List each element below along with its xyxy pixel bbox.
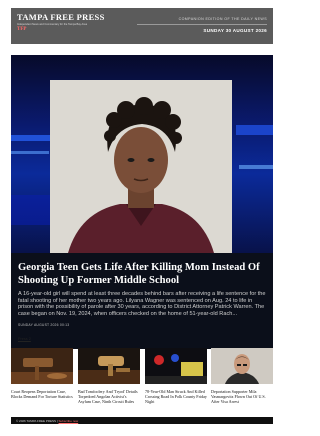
story-card[interactable]: Court Reopens Deportation Case, Blocks D… xyxy=(11,348,73,410)
pages-link[interactable]: Press 2 xyxy=(18,337,31,341)
story-card-title[interactable]: Court Reopens Deportation Case, Blocks D… xyxy=(11,389,73,400)
logo-title: TAMPA FREE PRESS xyxy=(17,12,105,22)
story-card-title[interactable]: Deportation Supporter Mila Vasmargovitz … xyxy=(211,389,273,404)
page: { "header": { "logo_title": "TAMPA FREE … xyxy=(0,0,284,436)
man-portrait-photo[interactable] xyxy=(211,348,273,384)
story-card[interactable]: 78-Year-Old Man Struck And Killed Crossi… xyxy=(145,348,207,410)
logo-tag: TFP xyxy=(17,27,27,32)
logo-subtitle: Independent News and Commentary for the … xyxy=(17,23,88,26)
gavel-photo[interactable] xyxy=(11,348,73,384)
edition-date: SUNDAY 30 AUGUST 2026 xyxy=(203,28,267,33)
edition-divider xyxy=(137,24,267,25)
story-cards: Court Reopens Deportation Case, Blocks D… xyxy=(11,348,273,410)
story-card[interactable]: Deportation Supporter Mila Vasmargovitz … xyxy=(211,348,273,410)
lead-dateline: SUNDAY AUGUST 2026 00:13 xyxy=(18,323,70,328)
lead-story-text: Georgia Teen Gets Life After Killing Mom… xyxy=(11,253,273,349)
copyright: © 2026 TAMPA FREE PRESS | xyxy=(16,418,58,423)
site-logo[interactable]: TAMPA FREE PRESS Independent News and Co… xyxy=(17,13,107,33)
story-card-title[interactable]: Bad Tomfoolery And 'Tryod' Details Torpe… xyxy=(78,389,140,404)
footer-text: © 2026 TAMPA FREE PRESS | Subscribe now xyxy=(16,419,78,423)
emergency-vehicle-photo[interactable] xyxy=(145,348,207,384)
story-card-title[interactable]: 78-Year-Old Man Struck And Killed Crossi… xyxy=(145,389,207,404)
masthead: TAMPA FREE PRESS Independent News and Co… xyxy=(11,8,273,44)
gavel-closeup-photo[interactable] xyxy=(78,348,140,384)
lead-story-photo[interactable] xyxy=(50,80,232,253)
story-card[interactable]: Bad Tomfoolery And 'Tryod' Details Torpe… xyxy=(78,348,140,410)
lead-headline[interactable]: Georgia Teen Gets Life After Killing Mom… xyxy=(18,261,266,287)
edition-info: COMPANION EDITION OF THE DAILY NEWS SUND… xyxy=(137,17,267,33)
lead-summary: A 16-year-old girl will spend at least t… xyxy=(18,291,266,317)
lead-story[interactable]: Georgia Teen Gets Life After Killing Mom… xyxy=(11,55,273,349)
edition-line: COMPANION EDITION OF THE DAILY NEWS xyxy=(178,17,267,21)
subscribe-link[interactable]: Subscribe now xyxy=(59,419,79,423)
footer: © 2026 TAMPA FREE PRESS | Subscribe now xyxy=(11,417,273,424)
